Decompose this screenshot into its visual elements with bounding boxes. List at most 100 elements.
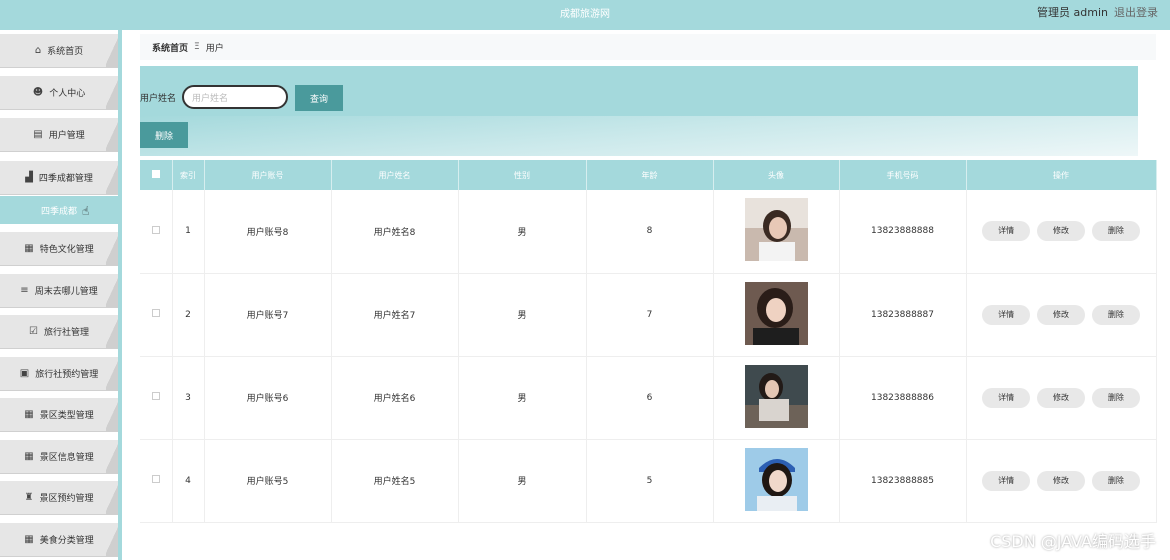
edit-button[interactable]: 修改 — [1037, 304, 1085, 325]
actions-cell: 详情 修改 删除 — [966, 439, 1157, 523]
row-checkbox[interactable] — [151, 392, 160, 400]
sidebar-item-profile[interactable]: ☻ 个人中心 — [0, 76, 118, 110]
phone-cell: 13823888887 — [839, 273, 967, 357]
site-title: 成都旅游网 — [560, 9, 610, 20]
index-cell: 3 — [172, 356, 205, 440]
sidebar-item-food-category[interactable]: ▦ 美食分类管理 — [0, 523, 118, 557]
sidebar-item-label: 美食分类管理 — [39, 536, 94, 546]
sidebar-item-culture[interactable]: ▦ 特色文化管理 — [0, 232, 118, 266]
admin-user-label: 管理员 admin — [1037, 6, 1108, 19]
sliders-icon: ≡ — [20, 285, 29, 296]
grid-icon: ▦ — [24, 409, 34, 420]
row-select-cell — [140, 439, 173, 523]
search-input[interactable]: 用户姓名 — [182, 85, 288, 109]
actions-cell: 详情 修改 删除 — [966, 273, 1157, 357]
sidebar-item-label: 四季成都管理 — [38, 174, 93, 184]
sidebar-item-scenic-info[interactable]: ▦ 景区信息管理 — [0, 440, 118, 474]
row-checkbox[interactable] — [151, 475, 160, 483]
sidebar-item-label: 旅行社预约管理 — [35, 370, 99, 380]
avatar — [744, 281, 808, 345]
select-all-checkbox[interactable] — [151, 170, 160, 178]
top-bar: 成都旅游网 管理员 admin 退出登录 — [0, 0, 1170, 30]
column-header: 操作 — [966, 160, 1157, 190]
account-cell: 用户账号6 — [204, 356, 332, 440]
delete-button[interactable]: 删除 — [1091, 387, 1140, 408]
grid-icon: ▦ — [24, 534, 34, 545]
index-cell: 4 — [172, 439, 205, 523]
breadcrumb-separator: Ξ — [194, 42, 200, 52]
actions-cell: 详情 修改 删除 — [966, 356, 1157, 440]
sidebar-item-agency-booking[interactable]: ▣ 旅行社预约管理 — [0, 357, 118, 391]
search-button[interactable]: 查询 — [295, 85, 343, 111]
sidebar-item-scenic-types[interactable]: ▦ 景区类型管理 — [0, 398, 118, 432]
delete-button[interactable]: 删除 — [1091, 304, 1140, 325]
watermark: CSDN @JAVA编码选手 — [990, 532, 1156, 551]
gender-cell: 男 — [458, 273, 587, 357]
grid-icon: ▦ — [24, 243, 34, 254]
phone-cell: 13823888886 — [839, 356, 967, 440]
name-cell: 用户姓名6 — [331, 356, 459, 440]
avatar-cell — [713, 273, 840, 357]
chart-icon: ▟ — [25, 172, 33, 183]
detail-button[interactable]: 详情 — [982, 304, 1031, 325]
name-cell: 用户姓名5 — [331, 439, 459, 523]
avatar-cell — [713, 356, 840, 440]
sidebar-item-agency[interactable]: ☑ 旅行社管理 — [0, 315, 118, 349]
row-select-cell — [140, 356, 173, 440]
sidebar-item-users[interactable]: ▤ 用户管理 — [0, 118, 118, 152]
clipboard-check-icon: ▣ — [19, 368, 30, 379]
actions-cell: 详情 修改 删除 — [966, 190, 1157, 274]
sidebar-item-label: 系统首页 — [47, 47, 84, 57]
gender-cell: 男 — [458, 356, 587, 440]
home-icon: ⌂ — [34, 45, 42, 56]
sidebar-item-label: 周末去哪儿管理 — [34, 287, 98, 297]
column-header: 性别 — [458, 160, 587, 190]
sidebar-item-label: 用户管理 — [48, 131, 85, 141]
row-checkbox[interactable] — [151, 309, 160, 317]
column-header: 用户账号 — [204, 160, 332, 190]
edit-button[interactable]: 修改 — [1037, 387, 1085, 408]
row-checkbox[interactable] — [151, 225, 160, 234]
detail-button[interactable]: 详情 — [982, 387, 1031, 408]
index-cell: 1 — [172, 190, 205, 274]
breadcrumb-home[interactable]: 系统首页 — [152, 41, 188, 54]
trophy-icon: ♜ — [24, 492, 34, 503]
sidebar-item-weekend[interactable]: ≡ 周末去哪儿管理 — [0, 274, 118, 308]
search-panel — [140, 66, 1138, 118]
sidebar-item-seasons[interactable]: ▟ 四季成都管理 — [0, 161, 118, 195]
age-cell: 8 — [586, 190, 714, 274]
sidebar-item-scenic-booking[interactable]: ♜ 景区预约管理 — [0, 481, 118, 515]
avatar — [744, 198, 808, 262]
delete-button[interactable]: 删除 — [1091, 221, 1140, 242]
row-select-cell — [140, 273, 173, 357]
bulk-delete-button[interactable]: 删除 — [140, 122, 188, 148]
checkbox-icon: ☑ — [29, 326, 38, 337]
name-cell: 用户姓名7 — [331, 273, 459, 357]
edit-button[interactable]: 修改 — [1037, 221, 1085, 242]
grid-icon: ▦ — [24, 451, 34, 462]
table-header-row: 索引 用户账号 用户姓名 性别 年龄 头像 手机号码 操作 — [140, 160, 1157, 190]
sidebar-item-home[interactable]: ⌂ 系统首页 — [0, 34, 118, 68]
age-cell: 6 — [586, 356, 714, 440]
phone-cell: 13823888888 — [839, 190, 967, 274]
account-cell: 用户账号5 — [204, 439, 332, 523]
name-cell: 用户姓名8 — [331, 190, 459, 274]
avatar-cell — [713, 439, 840, 523]
sidebar-item-label: 个人中心 — [49, 89, 86, 99]
clipboard-icon: ▤ — [33, 129, 43, 140]
logout-link[interactable]: 退出登录 — [1114, 4, 1158, 20]
delete-button[interactable]: 删除 — [1091, 470, 1140, 491]
edit-button[interactable]: 修改 — [1037, 470, 1085, 491]
sidebar-item-label: 景区类型管理 — [39, 411, 94, 421]
avatar-cell — [713, 190, 840, 274]
detail-button[interactable]: 详情 — [982, 470, 1031, 491]
sidebar-edge — [118, 30, 122, 560]
submenu-item-seasons[interactable]: 四季成都 ☝ — [0, 196, 118, 224]
age-cell: 7 — [586, 273, 714, 357]
table-row: 2 用户账号7 用户姓名7 男 7 13823888887 详情 修改 删除 — [140, 273, 1157, 357]
detail-button[interactable]: 详情 — [982, 221, 1031, 242]
index-cell: 2 — [172, 273, 205, 357]
user-icon: ☻ — [32, 87, 44, 98]
column-header: 索引 — [172, 160, 205, 190]
account-cell: 用户账号8 — [204, 190, 332, 274]
